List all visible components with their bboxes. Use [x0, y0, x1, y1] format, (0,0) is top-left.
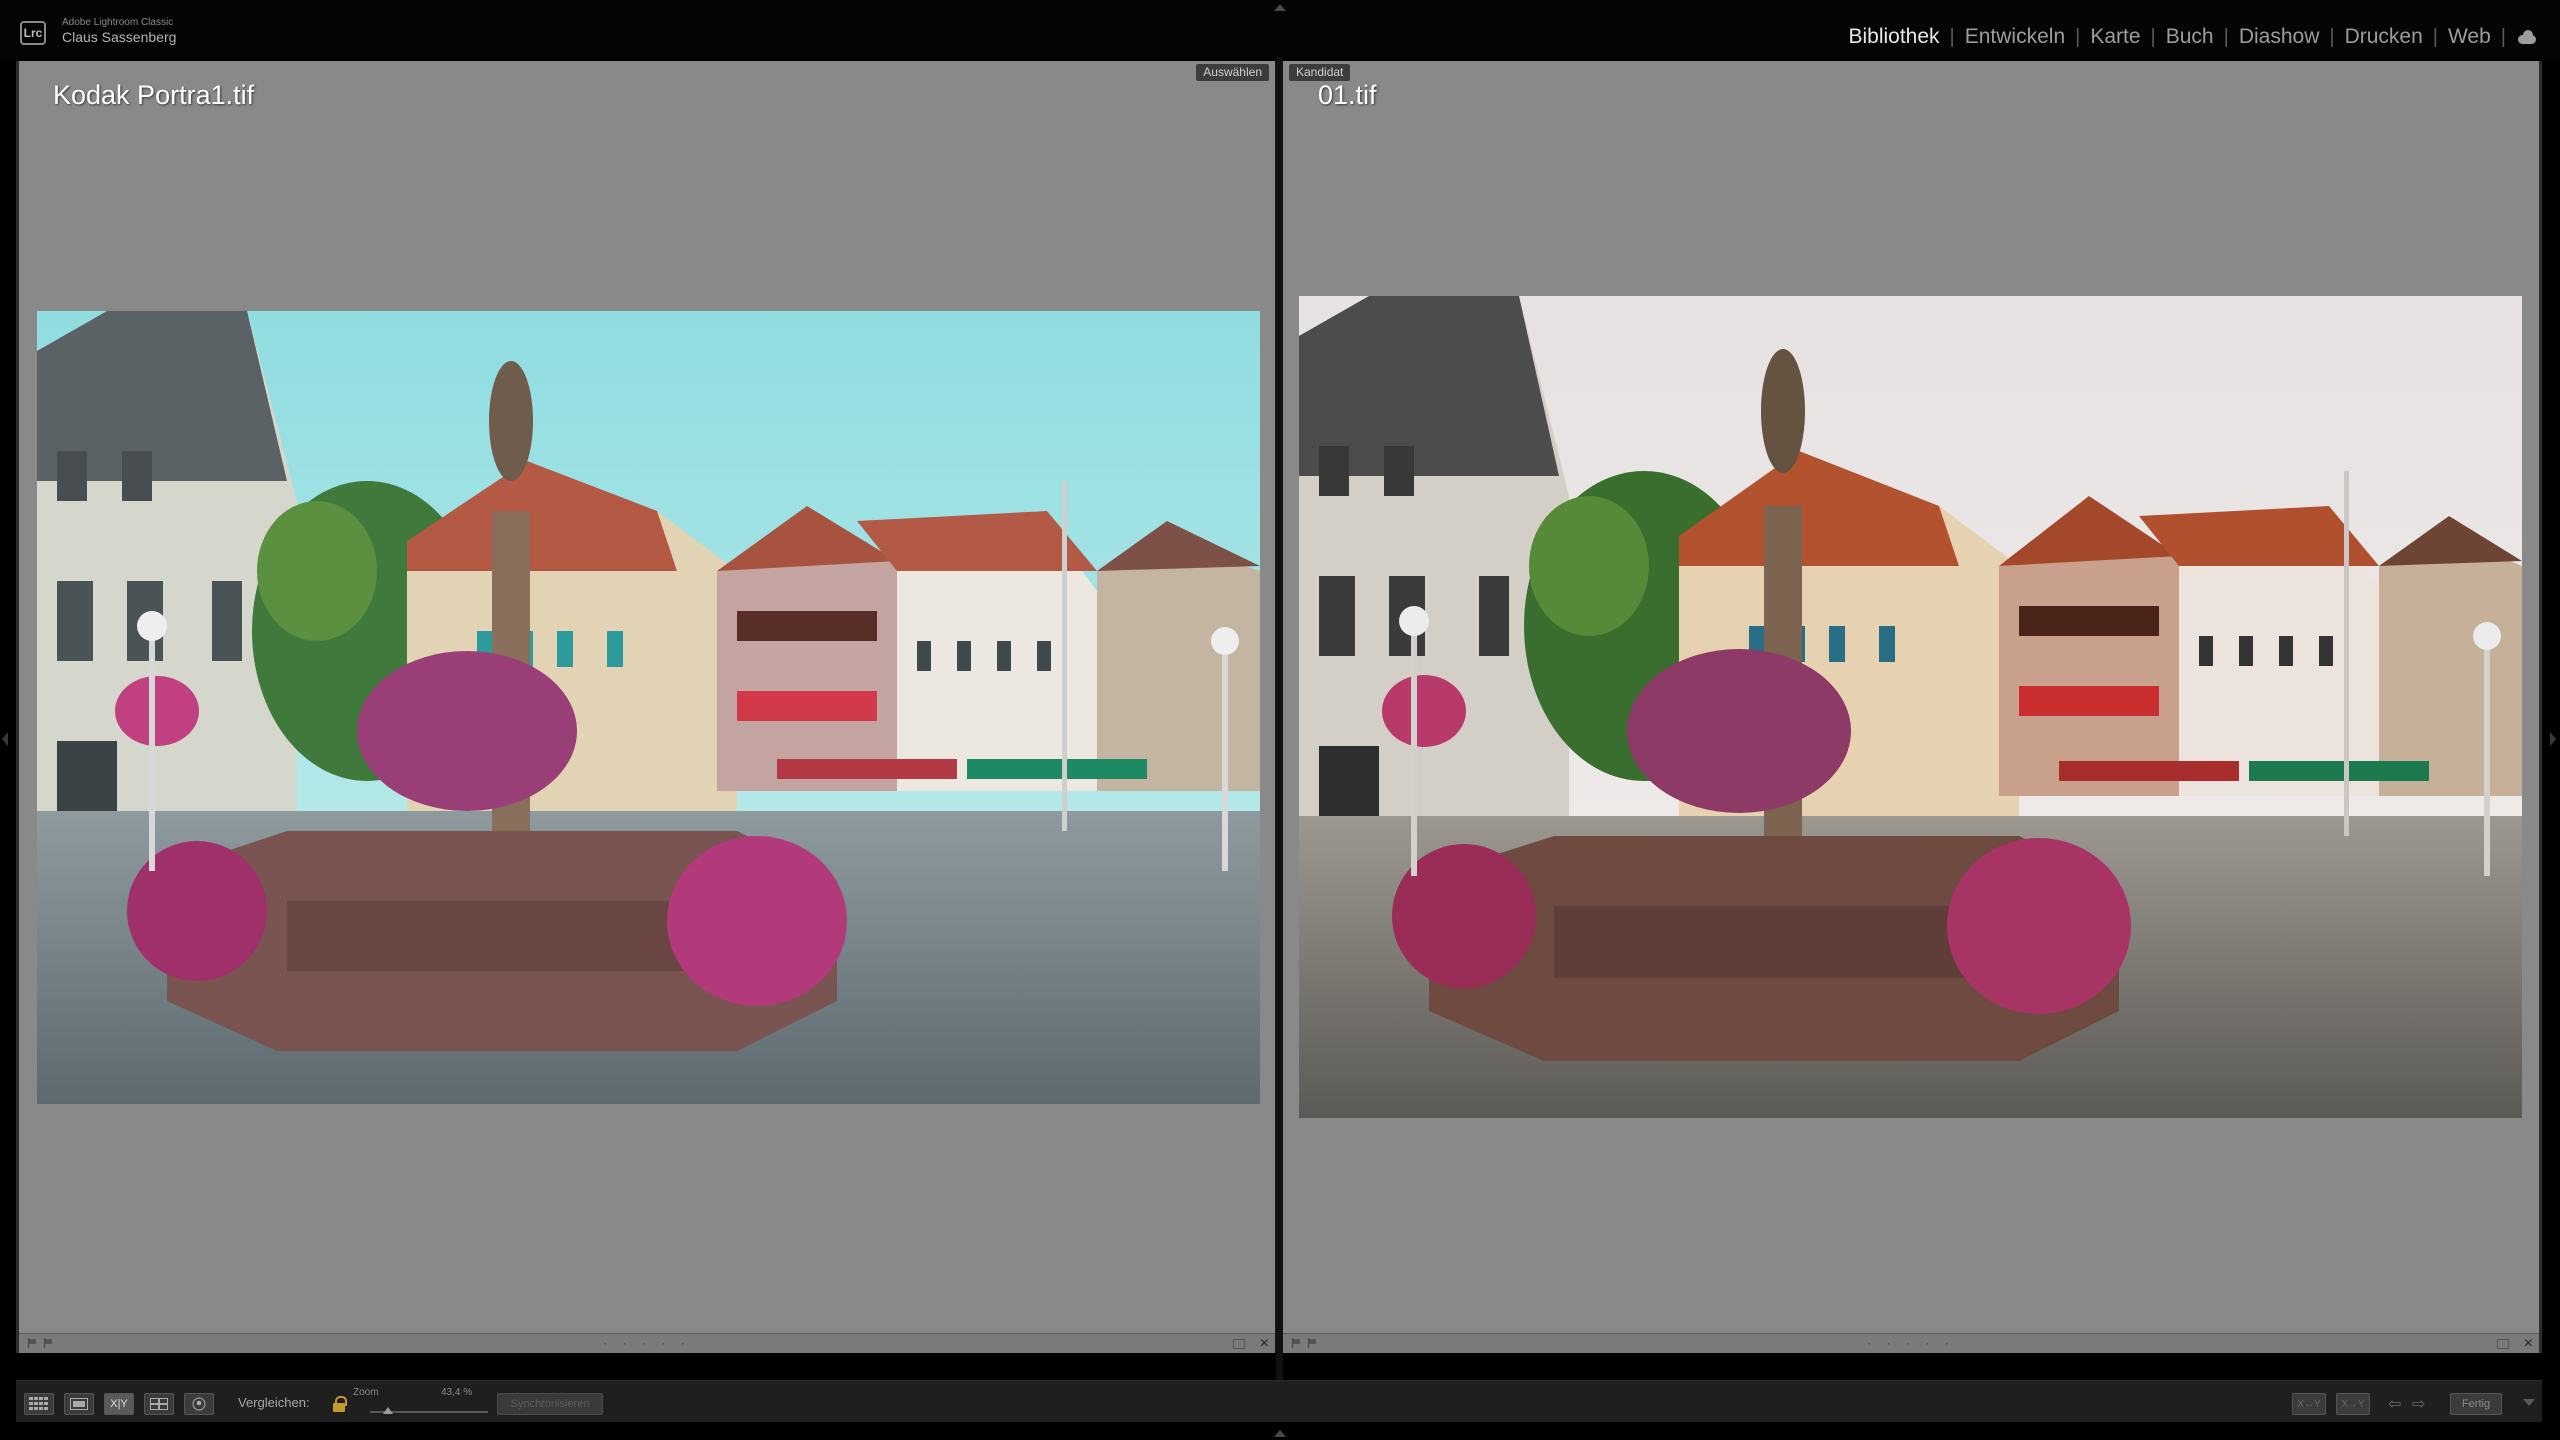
collapse-top-panel-icon[interactable]	[1274, 4, 1286, 11]
rating-dots[interactable]: · · · · ·	[603, 1336, 690, 1350]
collapse-bottom-panel-icon[interactable]	[1274, 1430, 1286, 1437]
module-web[interactable]: Web	[2438, 25, 2501, 49]
module-diashow[interactable]: Diashow	[2229, 25, 2330, 49]
cloud-sync-icon[interactable]	[2516, 30, 2538, 44]
color-label-box[interactable]	[2497, 1339, 2509, 1349]
people-icon	[192, 1397, 206, 1411]
select-photo[interactable]	[37, 311, 1260, 1104]
select-filename: Kodak Portra1.tif	[53, 80, 255, 110]
unflag-icon[interactable]	[1291, 1338, 1301, 1348]
flag-icon[interactable]	[43, 1338, 53, 1348]
module-separator: |	[2500, 25, 2506, 48]
loupe-icon	[70, 1398, 88, 1410]
loupe-view-button[interactable]	[64, 1393, 94, 1415]
people-view-button[interactable]	[184, 1393, 214, 1415]
module-drucken[interactable]: Drucken	[2335, 25, 2433, 49]
compare-view-button[interactable]: X|Y	[104, 1393, 134, 1415]
photo-town-square	[1299, 296, 2522, 1118]
color-label-box[interactable]	[1233, 1339, 1245, 1349]
grid-icon	[29, 1397, 48, 1410]
top-bar: Lrc Adobe Lightroom Classic Claus Sassen…	[0, 0, 2560, 57]
candidate-panel-footer: · · · · · ×	[1283, 1333, 2539, 1353]
app-name: Adobe Lightroom Classic	[62, 17, 174, 28]
select-panel[interactable]: Kodak Portra1.tif Auswählen · · · · · ×	[19, 61, 1276, 1353]
swap-button[interactable]: X↔Y	[2292, 1393, 2326, 1415]
close-candidate-button[interactable]: ×	[2524, 1334, 2533, 1353]
flag-controls	[1291, 1338, 1317, 1348]
user-name: Claus Sassenberg	[62, 29, 177, 45]
module-picker: Bibliothek | Entwickeln | Karte | Buch |…	[1838, 24, 2538, 50]
library-toolbar: X|Y Vergleichen: Zoom 43,4 % Synchronisi…	[16, 1380, 2542, 1422]
flag-controls	[27, 1338, 53, 1348]
panel-edge	[2539, 61, 2542, 1353]
compare-label: Vergleichen:	[238, 1395, 310, 1410]
module-buch[interactable]: Buch	[2156, 25, 2224, 49]
next-photo-arrow[interactable]: ⇨	[2412, 1394, 2425, 1414]
zoom-label: Zoom	[353, 1387, 379, 1398]
unflag-icon[interactable]	[27, 1338, 37, 1348]
rating-dots[interactable]: · · · · ·	[1867, 1336, 1954, 1350]
lock-icon[interactable]	[332, 1396, 347, 1412]
collapse-left-panel-icon[interactable]	[2, 732, 8, 746]
candidate-photo[interactable]	[1299, 296, 2522, 1118]
compare-divider	[1276, 57, 1283, 1380]
flag-icon[interactable]	[1307, 1338, 1317, 1348]
photo-town-square	[37, 311, 1260, 1104]
candidate-panel[interactable]: 01.tif Kandidat · · · · · ×	[1283, 61, 2539, 1353]
close-select-button[interactable]: ×	[1260, 1334, 1269, 1353]
done-button[interactable]: Fertig	[2450, 1393, 2502, 1415]
module-karte[interactable]: Karte	[2080, 25, 2150, 49]
sync-button[interactable]: Synchronisieren	[497, 1393, 603, 1415]
previous-photo-arrow[interactable]: ⇦	[2388, 1394, 2401, 1414]
select-tag: Auswählen	[1196, 64, 1269, 81]
lightroom-window: Lrc Adobe Lightroom Classic Claus Sassen…	[0, 0, 2560, 1440]
grid-view-button[interactable]	[24, 1393, 54, 1415]
zoom-slider[interactable]	[370, 1407, 488, 1414]
lightroom-logo: Lrc	[20, 21, 46, 45]
zoom-slider-thumb[interactable]	[382, 1407, 393, 1414]
candidate-tag: Kandidat	[1289, 64, 1351, 81]
module-bibliothek[interactable]: Bibliothek	[1838, 25, 1949, 49]
module-entwickeln[interactable]: Entwickeln	[1955, 25, 2075, 49]
toolbar-options-chevron-down-icon[interactable]	[2523, 1399, 2535, 1406]
select-panel-footer: · · · · · ×	[19, 1333, 1275, 1353]
make-select-button[interactable]: X→Y	[2336, 1393, 2370, 1415]
zoom-value: 43,4 %	[441, 1387, 473, 1398]
survey-icon	[150, 1398, 168, 1410]
candidate-filename: 01.tif	[1318, 80, 1377, 110]
collapse-right-panel-icon[interactable]	[2550, 732, 2556, 746]
survey-view-button[interactable]	[144, 1393, 174, 1415]
